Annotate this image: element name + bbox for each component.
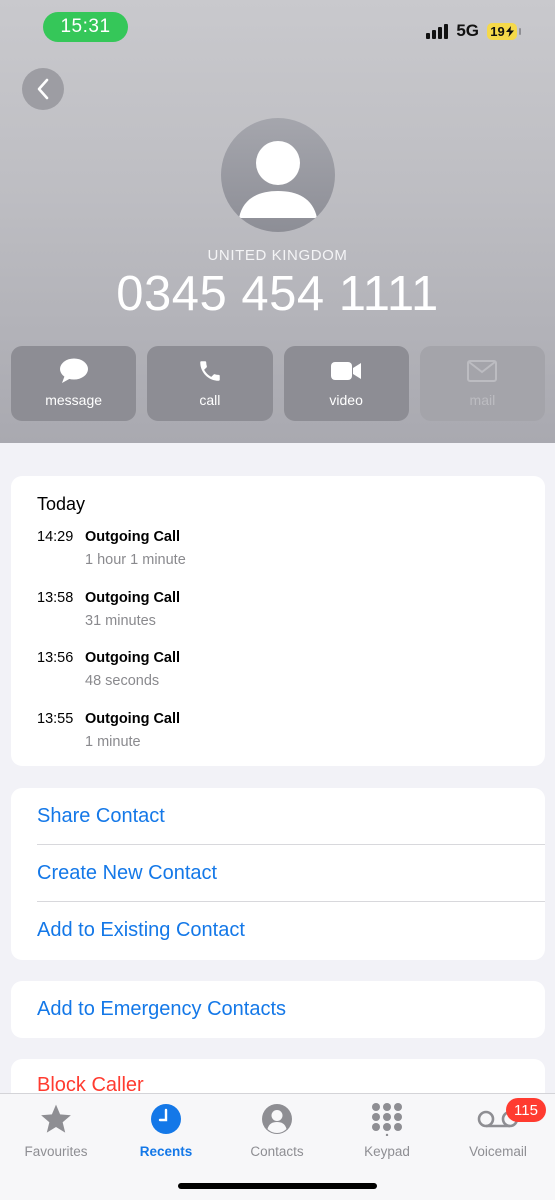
- voicemail-count-badge: 115: [506, 1098, 546, 1122]
- back-button[interactable]: [22, 68, 64, 110]
- star-icon: [41, 1104, 71, 1133]
- chevron-left-icon: [37, 78, 49, 100]
- battery-level: 19: [490, 23, 505, 39]
- add-to-emergency-contacts-button[interactable]: Add to Emergency Contacts: [37, 981, 545, 1038]
- call-time: 13:58: [37, 590, 74, 606]
- call-time: 14:29: [37, 529, 74, 545]
- video-camera-icon: [331, 362, 362, 380]
- call-type: Outgoing Call: [85, 590, 181, 606]
- share-contact-label: Share Contact: [37, 804, 165, 827]
- call-type: Outgoing Call: [85, 650, 181, 666]
- clock-icon: [151, 1104, 181, 1134]
- person-silhouette-icon: [239, 141, 317, 218]
- network-type: 5G: [456, 21, 479, 40]
- phone-icon: [200, 361, 220, 381]
- mail-button[interactable]: mail: [419, 346, 545, 421]
- contact-options-card: Share Contact Create New Contact Add to …: [11, 788, 545, 960]
- cellular-signal-icon: [426, 23, 449, 39]
- emergency-contacts-card: Add to Emergency Contacts: [11, 981, 545, 1038]
- call-duration: 48 seconds: [85, 673, 160, 689]
- contact-phone-number[interactable]: 0345 454 1111: [0, 266, 555, 322]
- create-new-contact-label: Create New Contact: [37, 861, 218, 884]
- call-duration: 31 minutes: [85, 613, 156, 629]
- video-label: video: [329, 392, 363, 408]
- call-duration: 1 hour 1 minute: [85, 552, 186, 568]
- create-new-contact-button[interactable]: Create New Contact: [37, 845, 545, 902]
- status-time: 15:31: [60, 16, 111, 37]
- tab-recents-label: Recents: [139, 1144, 193, 1159]
- contact-header: 15:31 5G 19 UNITED KINGDOM 0345 454 1111: [0, 0, 555, 443]
- charging-bolt-icon: [505, 25, 514, 37]
- status-indicators: 5G 19: [426, 20, 521, 42]
- add-to-existing-contact-button[interactable]: Add to Existing Contact: [37, 902, 545, 959]
- call-label: call: [199, 392, 221, 408]
- tab-favourites-label: Favourites: [24, 1144, 88, 1159]
- share-contact-button[interactable]: Share Contact: [37, 788, 545, 845]
- battery-icon: 19: [487, 22, 521, 40]
- tab-favourites[interactable]: Favourites: [6, 1102, 106, 1159]
- person-circle-icon: [262, 1104, 292, 1134]
- contact-country: UNITED KINGDOM: [207, 247, 348, 264]
- recent-calls-card: Today 14:29 Outgoing Call 1 hour 1 minut…: [11, 476, 545, 766]
- mail-label: mail: [469, 392, 496, 408]
- message-label: message: [45, 392, 103, 408]
- call-time: 13:55: [37, 711, 74, 727]
- call-type: Outgoing Call: [85, 711, 181, 727]
- tab-keypad-label: Keypad: [364, 1144, 410, 1159]
- message-button[interactable]: message: [11, 346, 137, 421]
- avatar: [221, 118, 335, 232]
- call-time: 13:56: [37, 650, 74, 666]
- recents-day-heading: Today: [37, 494, 86, 514]
- video-button[interactable]: video: [283, 346, 409, 421]
- call-type: Outgoing Call: [85, 529, 181, 545]
- tab-recents[interactable]: Recents: [116, 1102, 216, 1159]
- call-duration: 1 minute: [85, 734, 141, 750]
- keypad-grid-icon: [372, 1103, 402, 1136]
- add-to-existing-contact-label: Add to Existing Contact: [37, 919, 245, 941]
- call-button[interactable]: call: [147, 346, 273, 421]
- voicemail-count: 115: [514, 1101, 538, 1119]
- add-to-emergency-contacts-label: Add to Emergency Contacts: [37, 998, 287, 1020]
- contact-action-bar: message call video mail: [11, 346, 545, 421]
- tab-contacts[interactable]: Contacts: [227, 1102, 327, 1159]
- message-bubble-icon: [59, 358, 88, 383]
- tab-voicemail[interactable]: Voicemail 115: [448, 1098, 548, 1159]
- tab-voicemail-label: Voicemail: [469, 1144, 527, 1159]
- tab-keypad[interactable]: Keypad: [337, 1102, 437, 1159]
- home-indicator[interactable]: [178, 1183, 377, 1189]
- status-time-pill[interactable]: 15:31: [43, 12, 128, 42]
- envelope-icon: [467, 360, 498, 382]
- tab-contacts-label: Contacts: [250, 1144, 304, 1159]
